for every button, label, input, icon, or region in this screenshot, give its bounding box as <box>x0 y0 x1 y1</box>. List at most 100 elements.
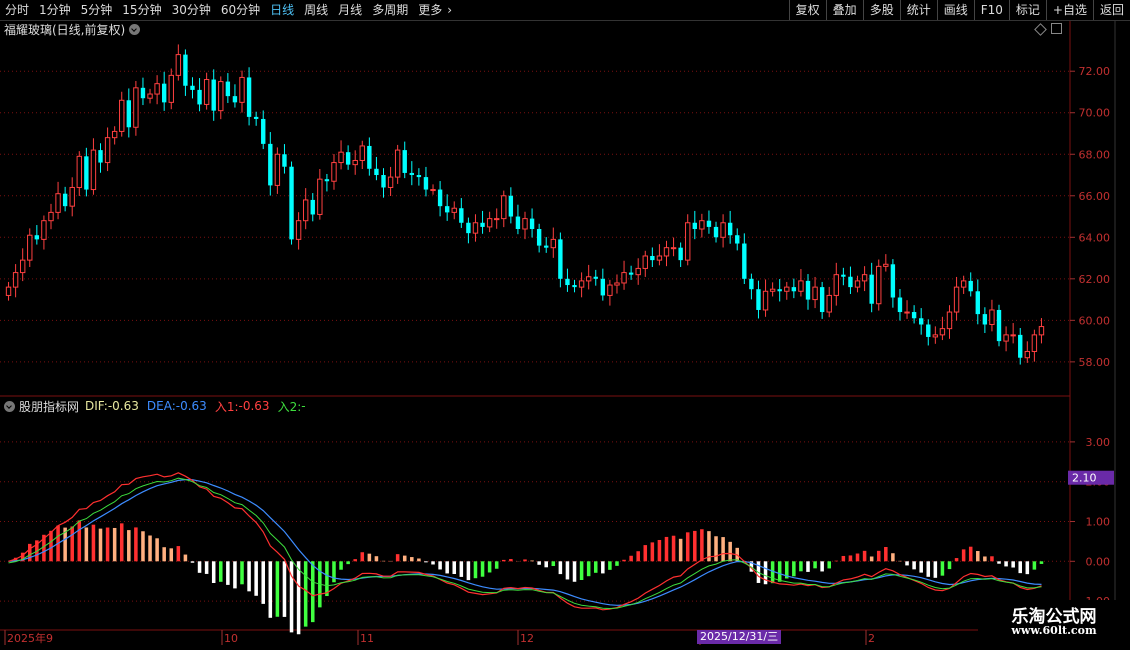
candle-body-up <box>883 263 889 267</box>
candle-body-up <box>720 222 726 238</box>
candle-body-up <box>274 153 281 186</box>
candle-body-down <box>367 145 372 169</box>
candle-body-up <box>359 145 365 161</box>
candle-body-down <box>409 172 414 176</box>
candle-body-up <box>642 255 648 269</box>
candle-body-up <box>27 234 33 261</box>
candle-body-down <box>565 278 570 286</box>
candle-body-up <box>904 311 910 314</box>
candle-body-down <box>232 96 238 103</box>
candle-body-up <box>451 207 457 213</box>
candle-body-down <box>791 287 797 292</box>
in1-value: -0.63 <box>238 399 270 413</box>
dif-value: -0.63 <box>107 399 139 413</box>
candle-body-down <box>289 166 294 240</box>
candle-body-down <box>706 220 712 227</box>
candle-body-up <box>302 199 309 222</box>
candle-body-down <box>140 87 146 99</box>
chevron-down-icon[interactable] <box>4 400 15 412</box>
candle-body-up <box>331 162 337 182</box>
candle-body-down <box>968 280 973 292</box>
candle-body-down <box>982 314 988 325</box>
candle-body-up <box>494 218 500 221</box>
candle-body-down <box>975 291 980 315</box>
candle-body-down <box>466 222 471 234</box>
candle-body-up <box>133 87 139 128</box>
candle-body-up <box>812 286 818 301</box>
candle-body-up <box>854 280 861 288</box>
candle-body-up <box>614 282 620 286</box>
candle-body-down <box>423 177 429 190</box>
candle-body-up <box>585 276 592 282</box>
candle-body-down <box>515 216 521 229</box>
candle-body-up <box>19 259 26 274</box>
candle-body-down <box>600 278 606 296</box>
candle-body-up <box>168 74 174 103</box>
candle-body-down <box>678 247 683 261</box>
candle-body-down <box>749 278 754 290</box>
candle-body-down <box>848 276 853 288</box>
candle-body-up <box>635 267 641 276</box>
candle-body-up <box>685 222 691 261</box>
candle-body-up <box>670 247 677 250</box>
candle-body-up <box>699 220 705 230</box>
candle-body-up <box>394 149 401 178</box>
macd-axis-label: 1.00 <box>1086 516 1111 529</box>
candle-body-up <box>338 151 344 164</box>
candle-body-down <box>211 79 216 111</box>
candle-body-down <box>1018 334 1023 358</box>
candle-body-down <box>225 81 231 97</box>
candle-body-up <box>784 286 790 292</box>
candle-body-down <box>628 272 634 275</box>
candle-body-up <box>960 280 967 288</box>
in2-label: 入2: <box>277 399 302 414</box>
dea-label: DEA: <box>146 399 176 413</box>
kline-chart[interactable]: 72.00 70.00 68.00 66.00 64.00 62.00 60.00 58.00… <box>0 0 1130 650</box>
candle-body-up <box>876 265 882 305</box>
candle-body-down <box>742 243 747 279</box>
candle-body-up <box>663 247 670 257</box>
price-label: 68.00 <box>1079 148 1111 161</box>
candle-body-up <box>175 54 182 76</box>
price-label: 66.00 <box>1079 190 1111 203</box>
candle-body-down <box>926 324 931 337</box>
candle-body-up <box>69 186 75 207</box>
watermark-url: www.60lt.com <box>1011 624 1097 637</box>
candle-body-up <box>826 294 832 313</box>
xaxis-label: 10 <box>224 632 238 645</box>
candle-body-down <box>536 228 542 246</box>
candle-body-up <box>387 176 394 188</box>
candle-body-up <box>762 290 769 311</box>
candle-body-down <box>727 222 733 236</box>
candle-body-down <box>558 239 563 279</box>
xaxis-label: 11 <box>360 632 374 645</box>
candle-body-up <box>607 284 613 296</box>
candle-body-down <box>593 276 598 279</box>
candle-body-down <box>713 226 719 238</box>
candle-body-down <box>841 274 846 277</box>
candle-body-down <box>324 179 330 182</box>
candle-body-up <box>239 76 245 103</box>
candle-body-down <box>190 85 195 90</box>
candle-body-down <box>402 150 407 173</box>
candle-body-up <box>946 311 953 330</box>
candle-body-up <box>41 220 47 240</box>
candle-body-down <box>508 195 514 217</box>
candle-body-up <box>76 155 82 188</box>
candle-body-down <box>98 150 103 163</box>
candle-body-up <box>621 272 627 284</box>
xaxis-label: 12 <box>520 632 534 645</box>
candle-body-down <box>444 206 450 213</box>
candle-body-down <box>544 245 549 248</box>
candle-body-up <box>1024 350 1031 359</box>
candle-body-up <box>861 274 868 282</box>
price-label: 72.00 <box>1079 65 1111 78</box>
candle-body-down <box>572 285 577 288</box>
candle-body-up <box>12 272 19 288</box>
cursor-value: 2.10 <box>1072 472 1097 485</box>
candle-body-up <box>430 189 436 192</box>
candle-body-up <box>218 81 224 112</box>
in2-value: - <box>301 399 306 413</box>
candle-body-down <box>84 156 89 190</box>
candle-body-down <box>918 318 924 325</box>
